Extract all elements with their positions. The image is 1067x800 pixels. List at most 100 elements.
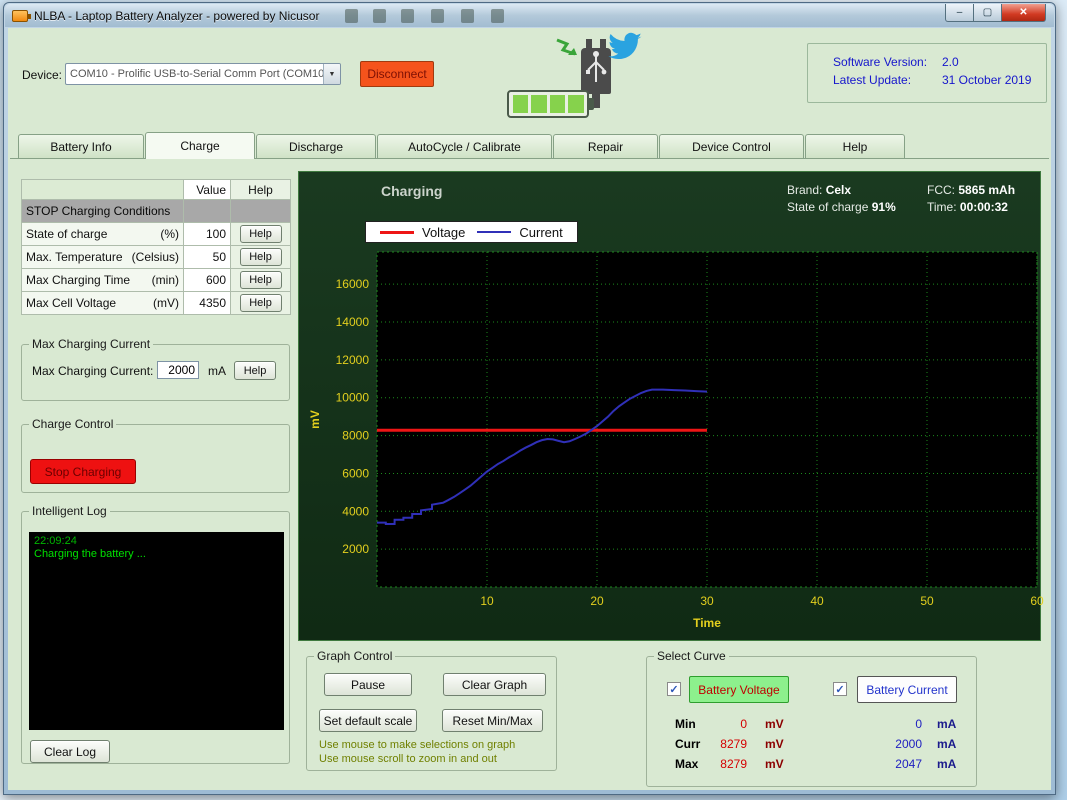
chart-title: Charging bbox=[381, 183, 442, 199]
fcc-info: FCC: 5865 mAh bbox=[927, 183, 1015, 197]
svg-text:8000: 8000 bbox=[342, 429, 369, 443]
battery-graphic-icon bbox=[507, 90, 589, 118]
max-charging-current-group: Max Charging Current Max Charging Curren… bbox=[21, 337, 290, 401]
brand-info: Brand: Celx bbox=[787, 183, 851, 197]
condition-label: Max Charging Time bbox=[26, 273, 130, 287]
table-row: Max Cell Voltage(mV) 4350 Help bbox=[22, 292, 291, 315]
stop-conditions-table: Value Help STOP Charging Conditions Stat… bbox=[21, 179, 291, 315]
charge-control-group-title: Charge Control bbox=[29, 417, 116, 431]
maximize-icon: ▢ bbox=[983, 7, 992, 18]
max-charging-current-input[interactable] bbox=[157, 361, 199, 379]
voltage-line-swatch bbox=[380, 231, 414, 234]
titlebar[interactable]: NLBA - Laptop Battery Analyzer - powered… bbox=[5, 4, 1054, 27]
latest-update-label: Latest Update: bbox=[833, 73, 942, 91]
battery-voltage-button[interactable]: Battery Voltage bbox=[689, 676, 789, 703]
max-charging-current-label: Max Charging Current: bbox=[32, 364, 153, 378]
reset-minmax-button[interactable]: Reset Min/Max bbox=[442, 709, 543, 732]
graph-hint-2: Use mouse scroll to zoom in and out bbox=[319, 753, 497, 765]
tab-autocycle-calibrate[interactable]: AutoCycle / Calibrate bbox=[377, 134, 552, 158]
graph-hint-1: Use mouse to make selections on graph bbox=[319, 739, 515, 751]
charging-graph[interactable]: 2000400060008000100001200014000160001020… bbox=[299, 242, 1045, 642]
help-button[interactable]: Help bbox=[240, 225, 282, 243]
svg-text:Time: Time bbox=[693, 616, 721, 630]
time-value: 00:00:32 bbox=[960, 200, 1008, 214]
brand-value: Celx bbox=[826, 183, 851, 197]
tab-device-control[interactable]: Device Control bbox=[659, 134, 804, 158]
tab-charge[interactable]: Charge bbox=[145, 132, 255, 159]
svg-text:30: 30 bbox=[700, 594, 714, 608]
device-select[interactable]: COM10 - Prolific USB-to-Serial Comm Port… bbox=[65, 63, 341, 85]
legend-current-label: Current bbox=[519, 225, 562, 240]
legend-voltage-label: Voltage bbox=[422, 225, 465, 240]
tab-bar: Battery Info Charge Discharge AutoCycle … bbox=[10, 132, 1049, 159]
help-button[interactable]: Help bbox=[240, 248, 282, 266]
tab-battery-info[interactable]: Battery Info bbox=[18, 134, 144, 158]
tab-help[interactable]: Help bbox=[805, 134, 905, 158]
condition-label: Max Cell Voltage bbox=[26, 296, 116, 310]
close-button[interactable]: ✕ bbox=[1002, 4, 1046, 22]
condition-unit: (min) bbox=[152, 273, 179, 287]
stop-charging-button[interactable]: Stop Charging bbox=[30, 459, 136, 484]
chart-legend: Voltage Current bbox=[365, 221, 578, 243]
empty-header-cell bbox=[22, 180, 184, 200]
min-voltage: 0 bbox=[702, 717, 747, 731]
legend-voltage: Voltage bbox=[380, 225, 465, 240]
svg-text:mV: mV bbox=[308, 410, 322, 429]
chart-panel: Charging Brand: Celx State of charge 91%… bbox=[298, 171, 1041, 641]
soc-value: 91% bbox=[872, 200, 896, 214]
twitter-bird-icon bbox=[607, 32, 643, 62]
stop-conditions-section-label: STOP Charging Conditions bbox=[22, 200, 184, 223]
curr-voltage: 8279 bbox=[702, 737, 747, 751]
clear-log-button[interactable]: Clear Log bbox=[30, 740, 110, 763]
help-button[interactable]: Help bbox=[234, 361, 276, 380]
log-output[interactable]: 22:09:24 Charging the battery ... bbox=[29, 532, 284, 730]
current-line-swatch bbox=[477, 231, 511, 233]
table-row: State of charge(%) 100 Help bbox=[22, 223, 291, 246]
graph-control-group-title: Graph Control bbox=[314, 649, 395, 663]
curr-current: 2000 bbox=[847, 737, 922, 751]
device-label: Device: bbox=[22, 68, 62, 82]
min-values-row: Min 0 mV 0 mA bbox=[647, 717, 976, 737]
clear-graph-button[interactable]: Clear Graph bbox=[443, 673, 546, 696]
minimize-button[interactable]: – bbox=[945, 4, 974, 22]
tab-repair[interactable]: Repair bbox=[553, 134, 658, 158]
max-cell-voltage-value[interactable]: 4350 bbox=[184, 292, 231, 315]
svg-text:10: 10 bbox=[480, 594, 494, 608]
battery-current-button[interactable]: Battery Current bbox=[857, 676, 957, 703]
max-charging-time-value[interactable]: 600 bbox=[184, 269, 231, 292]
state-of-charge-value[interactable]: 100 bbox=[184, 223, 231, 246]
battery-voltage-checkbox[interactable]: ✓ bbox=[667, 682, 681, 696]
svg-text:10000: 10000 bbox=[336, 391, 370, 405]
curr-values-row: Curr 8279 mV 2000 mA bbox=[647, 737, 976, 757]
condition-unit: (Celsius) bbox=[132, 250, 179, 264]
software-version-label: Software Version: bbox=[833, 55, 942, 73]
tab-discharge[interactable]: Discharge bbox=[256, 134, 376, 158]
select-curve-group: Select Curve ✓ Battery Voltage ✓ Battery… bbox=[646, 649, 977, 787]
help-column-header: Help bbox=[231, 180, 291, 200]
disconnect-button[interactable]: Disconnect bbox=[360, 61, 434, 87]
elapsed-time-info: Time: 00:00:32 bbox=[927, 200, 1008, 214]
check-icon: ✓ bbox=[669, 683, 678, 696]
chevron-down-icon[interactable]: ▼ bbox=[323, 64, 340, 84]
svg-text:6000: 6000 bbox=[342, 466, 369, 480]
set-default-scale-button[interactable]: Set default scale bbox=[319, 709, 417, 732]
condition-unit: (%) bbox=[160, 227, 179, 241]
check-icon: ✓ bbox=[835, 683, 844, 696]
table-row: Max Charging Time (min) 600 Help bbox=[22, 269, 291, 292]
max-temperature-value[interactable]: 50 bbox=[184, 246, 231, 269]
help-button[interactable]: Help bbox=[240, 294, 282, 312]
help-button[interactable]: Help bbox=[240, 271, 282, 289]
svg-text:12000: 12000 bbox=[336, 353, 370, 367]
value-column-header: Value bbox=[184, 180, 231, 200]
maximize-button[interactable]: ▢ bbox=[974, 4, 1002, 22]
ghost-desktop-icon bbox=[431, 9, 444, 23]
max-charging-current-unit: mA bbox=[208, 364, 226, 378]
pause-button[interactable]: Pause bbox=[324, 673, 412, 696]
max-current: 2047 bbox=[847, 757, 922, 771]
max-voltage: 8279 bbox=[702, 757, 747, 771]
svg-text:14000: 14000 bbox=[336, 315, 370, 329]
battery-current-checkbox[interactable]: ✓ bbox=[833, 682, 847, 696]
legend-current: Current bbox=[477, 225, 562, 240]
svg-text:50: 50 bbox=[920, 594, 934, 608]
min-current: 0 bbox=[847, 717, 922, 731]
